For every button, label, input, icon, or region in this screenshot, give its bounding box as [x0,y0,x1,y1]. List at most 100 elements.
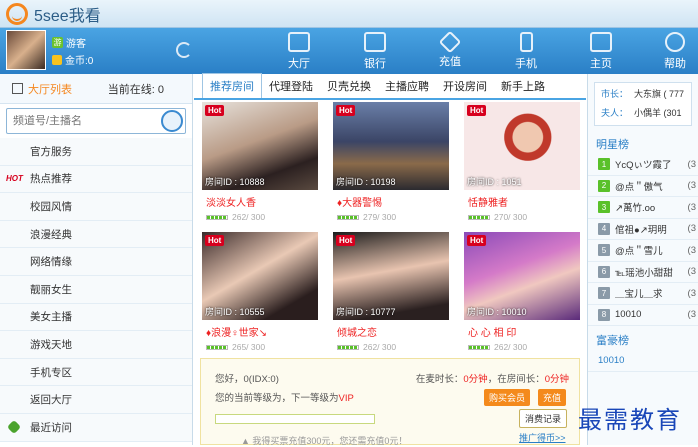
room-id: 房间ID : 10555 [205,307,265,317]
coins-text: 金币:0 [65,56,94,67]
rank-number: 4 [598,222,610,235]
tab-bar: 推荐房间 代理登陆 贝壳兑换 主播应聘 开设房间 新手上路 [194,73,586,100]
sidebar-item-back[interactable]: 返回大厅 [0,386,192,414]
lady-value: 小偶羊 (301 [634,108,682,118]
sidebar-item-label: 最近访问 [30,421,72,434]
mic-time-value: 0分钟 [463,374,488,385]
star-ranking-title: 明星榜 [596,139,629,151]
tab-agent-login[interactable]: 代理登陆 [262,74,320,98]
sidebar-item-recent[interactable]: 最近访问 [0,413,192,442]
sidebar-item-label: 靓丽女生 [30,283,72,296]
tab-anchor-apply[interactable]: 主播应聘 [378,74,436,98]
room-count: 279/ 300 [333,212,451,222]
ranking-row[interactable]: 2 @点＂傲气 (3 [588,176,698,197]
sidebar-item-romance[interactable]: 浪漫经典 [0,220,192,249]
room-id: 房间ID : 10888 [205,177,265,187]
user-name-text: 游客 [66,39,86,50]
logo-icon [6,2,28,25]
room-name[interactable]: 倾城之恋 [333,324,451,339]
ranking-row[interactable]: 1 YcQぃツ霞了 (3 [588,154,698,176]
room-photo[interactable]: Hot 房间ID : 10555 [202,232,318,320]
nav-label: 主页 [590,58,612,70]
hot-badge: Hot [467,105,487,116]
refresh-icon[interactable] [176,42,192,58]
rank-number: 8 [598,308,610,321]
sidebar-item-label: 手机专区 [30,366,72,379]
avatar[interactable] [6,30,46,70]
rank-name: YcQぃツ霞了 [615,160,672,172]
rank-value: (3 [687,158,696,170]
room-count-text: 262/ 300 [232,212,266,222]
room-name[interactable]: ♦浪漫♀世家↘ [202,324,320,339]
nav-bank[interactable]: 银行 [350,28,400,74]
heart-icon [6,420,22,435]
room-name[interactable]: ♦大器警惕 [333,194,451,209]
room-id: 房间ID : 10198 [336,177,396,187]
guest-badge-icon: 游 [52,37,63,48]
search-icon[interactable] [161,110,183,132]
time-stats: 在麦时长：0分钟，在房间长：0分钟 [416,371,569,385]
ranking-row[interactable]: 10010 [588,350,698,372]
rank-name: 倌祖●↗玥明 [615,224,667,236]
tab-shell-exchange[interactable]: 贝壳兑换 [320,74,378,98]
room-name[interactable]: 心 心 相 印 [464,324,582,339]
room-name[interactable]: 淡淡女人香 [202,194,320,209]
rank-value: (3 [687,309,696,321]
nav-recharge[interactable]: 充值 [425,28,475,74]
room-photo[interactable]: Hot 房间ID : 10888 [202,102,318,190]
occupancy-bar [468,344,490,350]
room-photo[interactable]: Hot 房间ID : 1051 [464,102,580,190]
sidebar-item-label: 返回大厅 [30,394,72,407]
tab-newbie[interactable]: 新手上路 [494,74,552,98]
mayor-label: 市长： [601,89,629,99]
nav-mobile[interactable]: 手机 [501,28,551,74]
occupancy-bar [206,344,228,350]
promote-link[interactable]: 推广得币>> [519,431,566,444]
nav-hall[interactable]: 大厅 [274,28,324,74]
coin-icon [52,54,62,65]
sidebar-item-official[interactable]: 官方服务 [0,138,192,166]
room-card[interactable]: Hot 房间ID : 10777 倾城之恋 262/ 300 [333,232,451,356]
search-input[interactable] [7,115,157,127]
ranking-row[interactable]: 7 ＿宝儿＿求 (3 [588,283,698,305]
room-photo[interactable]: Hot 房间ID : 10010 [464,232,580,320]
ranking-row[interactable]: 6 ℡瑶池小甜甜 (3 [588,262,698,283]
ranking-row[interactable]: 3 ↗萬竹.oo (3 [588,197,698,219]
consume-record-button[interactable]: 消费记录 [519,409,568,428]
sidebar-item-girls[interactable]: 靓丽女生 [0,275,192,304]
sidebar-item-label: 官方服务 [30,145,72,158]
chief-box: 市长： 大东旗 ( 777 夫人： 小偶羊 (301 [594,82,692,126]
ranking-row[interactable]: 5 @点＂雪儿 (3 [588,240,698,262]
buy-vip-button[interactable]: 购买会员 [484,389,531,406]
sidebar-item-games[interactable]: 游戏天地 [0,331,192,359]
room-time-value: 0分钟 [544,374,569,385]
room-photo[interactable]: Hot 房间ID : 10777 [333,232,449,320]
tab-open-room[interactable]: 开设房间 [436,74,494,98]
sidebar-item-anchors[interactable]: 美女主播 [0,303,192,332]
room-card[interactable]: Hot 房间ID : 1051 恬静雅者 270/ 300 [464,102,582,226]
room-card[interactable]: Hot 房间ID : 10198 ♦大器警惕 279/ 300 [333,102,451,226]
room-name[interactable]: 恬静雅者 [464,194,582,209]
rank-number: 1 [598,158,610,171]
sidebar-item-network[interactable]: 网络情缘 [0,248,192,276]
sidebar-item-campus[interactable]: 校园风情 [0,193,192,221]
nav-label: 帮助 [664,58,686,70]
diamond-icon [438,30,462,54]
sidebar-item-mobile[interactable]: 手机专区 [0,358,192,387]
sidebar-item-hot[interactable]: HOT 热点推荐 [0,165,192,194]
room-card[interactable]: Hot 房间ID : 10888 淡淡女人香 262/ 300 [202,102,320,226]
room-count-text: 265/ 300 [232,342,266,352]
ranking-row[interactable]: 8 10010 (3 [588,305,698,326]
ranking-row[interactable]: 4 倌祖●↗玥明 (3 [588,219,698,240]
level-text: 您的当前等级为，下一等级为 [215,393,339,404]
nav-home[interactable]: 主页 [576,28,626,74]
tab-recommended[interactable]: 推荐房间 [202,73,262,98]
left-sidebar: 大厅列表 当前在线: 0 官方服务 HOT 热点推荐 校园风情 浪漫经典 网络情缘… [0,74,193,445]
room-photo[interactable]: Hot 房间ID : 10198 [333,102,449,190]
recharge-button[interactable]: 充值 [538,389,567,406]
user-coins: 金币:0 [52,52,93,67]
nav-help[interactable]: 帮助 [650,28,698,74]
room-card[interactable]: Hot 房间ID : 10555 ♦浪漫♀世家↘ 265/ 300 [202,232,320,356]
room-card[interactable]: Hot 房间ID : 10010 心 心 相 印 262/ 300 [464,232,582,356]
room-count: 262/ 300 [333,342,451,352]
